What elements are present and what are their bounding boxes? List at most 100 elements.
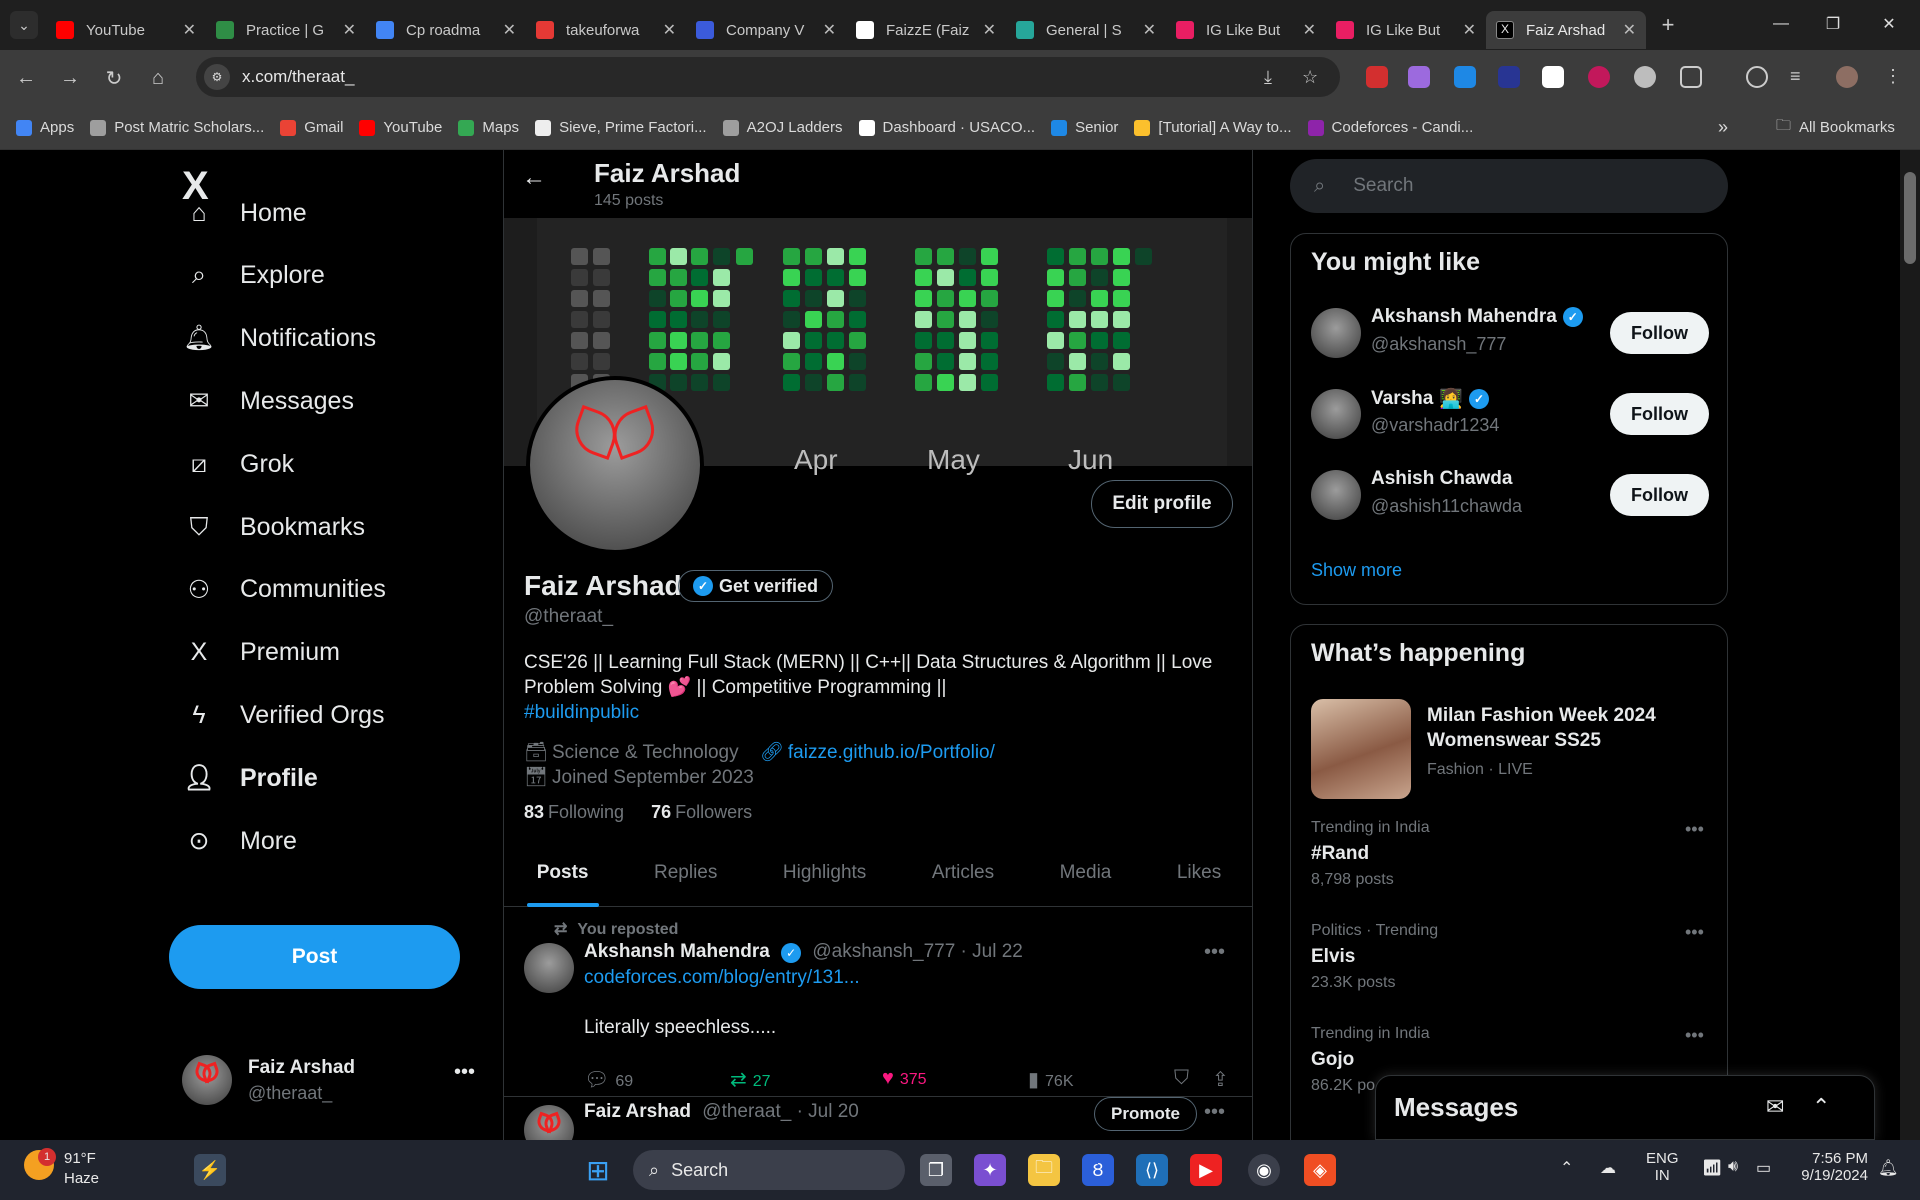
nav-item-bookmarks[interactable]: ⛉ Bookmarks	[182, 510, 365, 544]
tab-articles[interactable]: Articles	[932, 840, 994, 907]
follow-button[interactable]: Follow	[1610, 393, 1709, 435]
messages-drawer[interactable]: Messages ✉ ⌃	[1375, 1075, 1875, 1140]
tab-replies[interactable]: Replies	[654, 840, 717, 907]
trend-more-icon[interactable]: •••	[1685, 1025, 1704, 1046]
tweet-more-icon[interactable]: •••	[1204, 1101, 1225, 1124]
tab-close-icon[interactable]: ✕	[823, 20, 836, 40]
site-info-icon[interactable]: ⚙	[204, 64, 230, 90]
page-scrollbar[interactable]	[1900, 150, 1920, 1140]
nav-item-messages[interactable]: ✉ Messages	[182, 384, 354, 418]
tweet-link[interactable]: codeforces.com/blog/entry/131...	[584, 967, 860, 989]
wifi-icon[interactable]: 📶︎	[1702, 1158, 1722, 1178]
restore-button[interactable]: ❐	[1810, 8, 1856, 40]
extension-purple-icon[interactable]	[1408, 66, 1430, 88]
share-button[interactable]: ⇪	[1212, 1067, 1235, 1092]
bookmark-item[interactable]: Gmail	[280, 119, 343, 136]
browser-tab[interactable]: Practice | G ✕	[206, 11, 366, 49]
back-arrow-icon[interactable]: ←	[8, 60, 44, 96]
start-windows-icon[interactable]: ⊞	[582, 1154, 614, 1186]
file-explorer-icon[interactable]: 🗀︎	[1028, 1154, 1060, 1186]
extensions-puzzle-icon[interactable]	[1680, 66, 1702, 88]
battery-icon[interactable]: ▭	[1756, 1158, 1771, 1178]
browser-tab[interactable]: Company V ✕	[686, 11, 846, 49]
profile-avatar[interactable]	[1836, 66, 1858, 88]
url-text[interactable]: x.com/theraat_	[242, 67, 354, 87]
trend-more-icon[interactable]: •••	[1685, 819, 1704, 840]
browser-menu-icon[interactable]: ⋮	[1884, 66, 1906, 88]
nav-item-verified-orgs[interactable]: ϟ Verified Orgs	[182, 698, 384, 732]
reply-button[interactable]: 💬︎ 69	[584, 1067, 633, 1092]
browser-tab[interactable]: X Faiz Arshad ✕	[1486, 11, 1646, 49]
tray-chevron-icon[interactable]: ⌃	[1560, 1158, 1573, 1178]
suggestion-avatar[interactable]	[1311, 389, 1361, 439]
copilot-icon[interactable]: ✦	[974, 1154, 1006, 1186]
tab-close-icon[interactable]: ✕	[503, 20, 516, 40]
repost-button[interactable]: ⇄ 27	[730, 1067, 771, 1092]
nav-item-premium[interactable]: X Premium	[182, 636, 340, 670]
profile-avatar[interactable]	[526, 376, 704, 554]
followers-link[interactable]: 76 Followers	[651, 802, 752, 822]
bookmark-item[interactable]: Senior	[1051, 119, 1118, 136]
trend-item[interactable]: Politics · Trending Elvis 23.3K posts •••	[1311, 922, 1711, 992]
nav-item-communities[interactable]: ⚇ Communities	[182, 573, 386, 607]
reload-icon[interactable]: ↻	[96, 60, 132, 96]
browser-tab[interactable]: IG Like But ✕	[1166, 11, 1326, 49]
task-view-icon[interactable]: ❐	[920, 1154, 952, 1186]
tab-media[interactable]: Media	[1060, 840, 1112, 907]
tweet-handle-date[interactable]: @akshansh_777 · Jul 22	[812, 941, 1022, 962]
address-bar[interactable]: ⚙ x.com/theraat_ ⤓ ☆	[196, 57, 1340, 97]
website-link[interactable]: 🔗︎ faizze.github.io/Portfolio/	[760, 742, 995, 763]
nav-item-profile[interactable]: 👤︎ Profile	[182, 761, 318, 795]
following-link[interactable]: 83 Following	[524, 802, 624, 822]
vscode-icon[interactable]: ⟨⟩	[1136, 1154, 1168, 1186]
notification-bell-icon[interactable]: 🔔︎	[1878, 1158, 1898, 1178]
back-arrow-icon[interactable]: ←	[522, 164, 546, 192]
bookmark-item[interactable]: A2OJ Ladders	[722, 119, 843, 136]
tab-close-icon[interactable]: ✕	[183, 20, 196, 40]
install-app-icon[interactable]: ⤓	[1264, 67, 1272, 88]
bookmark-item[interactable]: Maps	[458, 119, 519, 136]
forward-arrow-icon[interactable]: →	[52, 60, 88, 96]
nav-item-grok[interactable]: ⧄ Grok	[182, 447, 294, 481]
browser-tab[interactable]: IG Like But ✕	[1326, 11, 1486, 49]
extension-blue-icon[interactable]	[1454, 66, 1476, 88]
new-tab-button[interactable]: +	[1652, 9, 1684, 41]
home-page-icon[interactable]: ⌂	[140, 60, 176, 96]
tab-close-icon[interactable]: ✕	[1143, 20, 1156, 40]
extension-face-icon[interactable]	[1634, 66, 1656, 88]
youtube-app-icon[interactable]: ▶	[1190, 1154, 1222, 1186]
tweet-avatar[interactable]	[524, 943, 574, 993]
taskbar-app-icon[interactable]: ⚡	[194, 1154, 226, 1186]
tab-close-icon[interactable]: ✕	[343, 20, 356, 40]
clock[interactable]: 7:56 PM 9/19/2024	[1796, 1150, 1868, 1184]
suggestion-row[interactable]: Ashish Chawda @ashish11chawda Follow	[1311, 466, 1711, 522]
extension-dark-icon[interactable]	[1498, 66, 1520, 88]
media-controls-icon[interactable]: ≡	[1790, 66, 1812, 88]
account-switcher[interactable]: Faiz Arshad @theraat_ •••	[182, 1055, 475, 1105]
suggestion-avatar[interactable]	[1311, 308, 1361, 358]
minimize-button[interactable]: —	[1758, 8, 1804, 40]
suggestion-name[interactable]: Akshansh Mahendra ✓	[1371, 306, 1589, 328]
performance-icon[interactable]	[1746, 66, 1768, 88]
extension-white-icon[interactable]	[1542, 66, 1564, 88]
suggestion-avatar[interactable]	[1311, 470, 1361, 520]
all-bookmarks[interactable]: 🗀︎ All Bookmarks	[1776, 115, 1895, 140]
bookmark-item[interactable]: Apps	[16, 119, 74, 136]
browser-tab[interactable]: Cp roadma ✕	[366, 11, 526, 49]
tab-likes[interactable]: Likes	[1177, 840, 1221, 907]
bio-hashtag-link[interactable]: #buildinpublic	[524, 700, 1234, 725]
tab-close-icon[interactable]: ✕	[1463, 20, 1476, 40]
suggestion-row[interactable]: Akshansh Mahendra ✓ @akshansh_777 Follow	[1311, 304, 1711, 360]
taskbar-search[interactable]: ⌕ Search	[633, 1150, 905, 1190]
onedrive-icon[interactable]: ☁	[1600, 1158, 1616, 1178]
edit-profile-button[interactable]: Edit profile	[1091, 480, 1233, 528]
extension-youtube-icon[interactable]	[1366, 66, 1388, 88]
tab-close-icon[interactable]: ✕	[1303, 20, 1316, 40]
extension-record-icon[interactable]	[1588, 66, 1610, 88]
tab-posts[interactable]: Posts	[526, 840, 599, 907]
tweet-more-icon[interactable]: •••	[1204, 941, 1225, 964]
get-verified-button[interactable]: ✓ Get verified	[678, 570, 834, 602]
brave-icon[interactable]: ◈	[1304, 1154, 1336, 1186]
browser-tab[interactable]: takeuforwa ✕	[526, 11, 686, 49]
account-more-icon[interactable]: •••	[454, 1061, 475, 1084]
